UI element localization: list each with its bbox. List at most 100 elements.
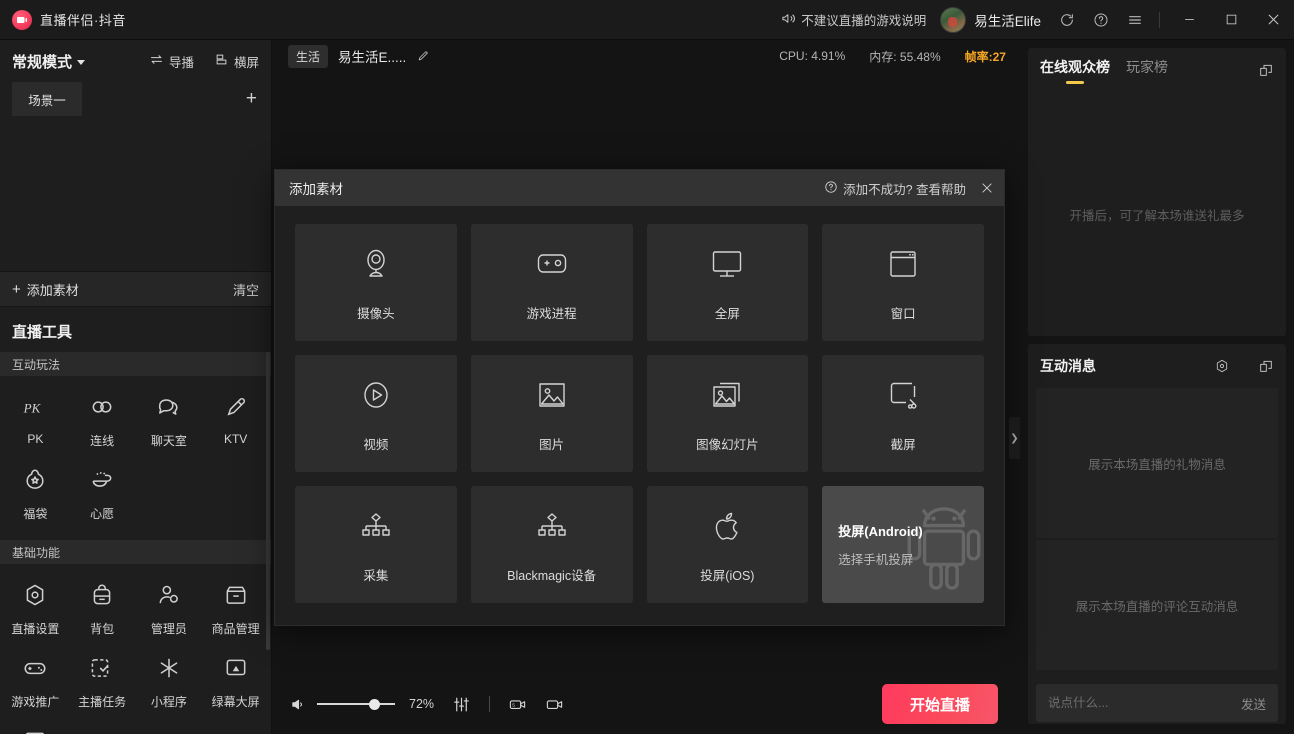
material-card-capture[interactable]: 采集 [295, 486, 457, 603]
messages-body: 展示本场直播的礼物消息 展示本场直播的评论互动消息 [1028, 388, 1286, 678]
close-button[interactable] [1252, 0, 1294, 40]
volume-slider[interactable] [317, 695, 395, 713]
audience-panel: 在线观众榜 玩家榜 开播后，可了解本场谁送礼最多 [1028, 48, 1286, 336]
material-card-window[interactable]: 窗口 [822, 224, 984, 341]
maximize-button[interactable] [1210, 0, 1252, 40]
add-material-button[interactable]: + 添加素材 [12, 280, 79, 299]
user-area[interactable]: 易生活Elife [940, 6, 1041, 33]
tool-label: 连线 [90, 434, 115, 448]
preview-area[interactable]: 添加素材 添加不成功? 查看帮助 摄像头 游戏进程 全屏 窗口 视频 图片 图像… [272, 72, 1020, 674]
tools-scroll-area: 互动玩法 PK PK 连线 聊天室 KTV 福袋 心愿 基础功能 直播设置 背包… [0, 352, 271, 734]
tool-label: KTV [223, 432, 248, 446]
tool-pk[interactable]: PK PK [2, 388, 69, 461]
tab-online-audience[interactable]: 在线观众榜 [1040, 57, 1110, 84]
app-window: 直播伴侣·抖音 不建议直播的游戏说明 易生活Elife 常规模式 导播 横屏 场… [0, 0, 1294, 734]
tool-miniprogram[interactable]: 小程序 [136, 649, 203, 722]
username: 易生活Elife [974, 13, 1041, 29]
material-card-fullscreen[interactable]: 全屏 [646, 224, 809, 341]
tool-wish[interactable]: 心愿 [69, 461, 136, 534]
settings-icon [22, 582, 48, 613]
material-card-blackmagic[interactable]: Blackmagic设备 [470, 486, 633, 603]
chevron-down-icon [77, 60, 86, 65]
scene-tab-1[interactable]: 场景一 [12, 82, 82, 116]
card-label: 图像幻灯片 [696, 437, 759, 452]
material-card-slideshow[interactable]: 图像幻灯片 [646, 355, 809, 472]
tool-label: 商品管理 [211, 622, 260, 636]
game-notice-link[interactable]: 不建议直播的游戏说明 [781, 10, 926, 29]
tool-live-settings[interactable]: 直播设置 [2, 576, 69, 649]
menu-icon[interactable] [1119, 5, 1151, 35]
tool-game-promo[interactable]: 游戏推广 [2, 649, 69, 722]
mode-selector[interactable]: 常规模式 [12, 51, 86, 72]
slider-knob[interactable] [369, 698, 380, 710]
material-card-game-process[interactable]: 游戏进程 [470, 224, 633, 341]
material-card-cast-android[interactable]: 投屏(Android) 选择手机投屏 [822, 486, 984, 603]
audience-empty-text: 开播后，可了解本场谁送礼最多 [1069, 208, 1245, 223]
admin-icon [156, 582, 182, 613]
card-label: 全屏 [714, 306, 740, 321]
tool-lucky-bag[interactable]: 福袋 [2, 461, 69, 534]
right-panel-collapse-handle[interactable]: ❯ [1009, 417, 1020, 459]
tools-scrollbar[interactable] [266, 352, 270, 650]
tool-lianxian[interactable]: 连线 [69, 388, 136, 461]
refresh-icon[interactable] [1051, 5, 1083, 35]
capture-device-icon [532, 506, 572, 551]
tool-anchor-task[interactable]: 主播任务 [69, 649, 136, 722]
tab-player-rank[interactable]: 玩家榜 [1126, 57, 1168, 84]
start-live-button[interactable]: 开始直播 [882, 684, 998, 724]
card-label: 投屏(iOS) [700, 568, 755, 583]
chat-input-row: 发送 [1036, 684, 1278, 722]
minimize-button[interactable] [1168, 0, 1210, 40]
popout-icon[interactable] [1258, 62, 1274, 78]
pencil-icon[interactable] [416, 49, 430, 63]
tool-greenscreen[interactable]: 绿幕大屏 [202, 649, 269, 722]
camera-icon[interactable] [545, 695, 564, 714]
gamepad-icon [22, 655, 48, 686]
tools-title: 直播工具 [12, 324, 73, 341]
add-material-label: 添加素材 [26, 282, 79, 298]
shop-icon [223, 582, 249, 613]
director-label: 导播 [168, 55, 194, 70]
scene-canvas[interactable] [0, 116, 271, 271]
material-card-image[interactable]: 图片 [470, 355, 633, 472]
window-controls [1168, 0, 1294, 40]
camera-5s-icon[interactable]: 5 [508, 695, 527, 714]
help-icon[interactable] [1085, 5, 1117, 35]
material-card-cast-ios[interactable]: 投屏(iOS) [646, 486, 809, 603]
dialog-help-text: 添加不成功? 查看帮助 [843, 182, 966, 197]
close-icon[interactable] [980, 181, 994, 195]
tool-chatroom[interactable]: 聊天室 [136, 388, 203, 461]
wish-icon [89, 467, 115, 498]
task-icon [87, 655, 117, 686]
add-scene-button[interactable]: + [246, 82, 259, 116]
send-button[interactable]: 发送 [1229, 694, 1266, 713]
material-card-webcam[interactable]: 摄像头 [295, 224, 457, 341]
tool-admin[interactable]: 管理员 [136, 576, 203, 649]
play-circle-icon [356, 375, 396, 420]
material-card-screenshot[interactable]: 截屏 [822, 355, 984, 472]
clear-button[interactable]: 清空 [233, 280, 259, 299]
orientation-button[interactable]: 横屏 [214, 52, 259, 71]
dialog-help-link[interactable]: 添加不成功? 查看帮助 [824, 179, 966, 198]
material-bar: + 添加素材 清空 [0, 271, 271, 307]
settings-icon[interactable] [1214, 358, 1230, 374]
left-panel: 常规模式 导播 横屏 场景一 + + 添加素材 清空 直播工具 互动玩法 PK … [0, 40, 272, 734]
popout-icon[interactable] [1258, 358, 1274, 374]
material-card-video[interactable]: 视频 [295, 355, 457, 472]
tool-backpack[interactable]: 背包 [69, 576, 136, 649]
tool-layout[interactable] [2, 722, 69, 734]
tool-goods[interactable]: 商品管理 [202, 576, 269, 649]
slider-track [317, 703, 395, 705]
tool-grid-interactive: PK PK 连线 聊天室 KTV 福袋 心愿 [0, 376, 271, 540]
tool-label: 主播任务 [78, 695, 127, 709]
android-icon [907, 506, 981, 590]
mixer-icon[interactable] [452, 695, 471, 714]
card-subtitle: 选择手机投屏 [838, 553, 914, 567]
director-button[interactable]: 导播 [149, 52, 194, 71]
tool-ktv[interactable]: KTV [202, 388, 269, 461]
speaker-icon[interactable] [290, 696, 307, 713]
chat-input[interactable] [1048, 696, 1229, 710]
scene-spacer [82, 82, 246, 116]
messages-panel: 互动消息 展示本场直播的礼物消息 展示本场直播的评论互动消息 说点什么... 发… [1028, 344, 1286, 724]
room-tag[interactable]: 生活 [288, 44, 329, 68]
